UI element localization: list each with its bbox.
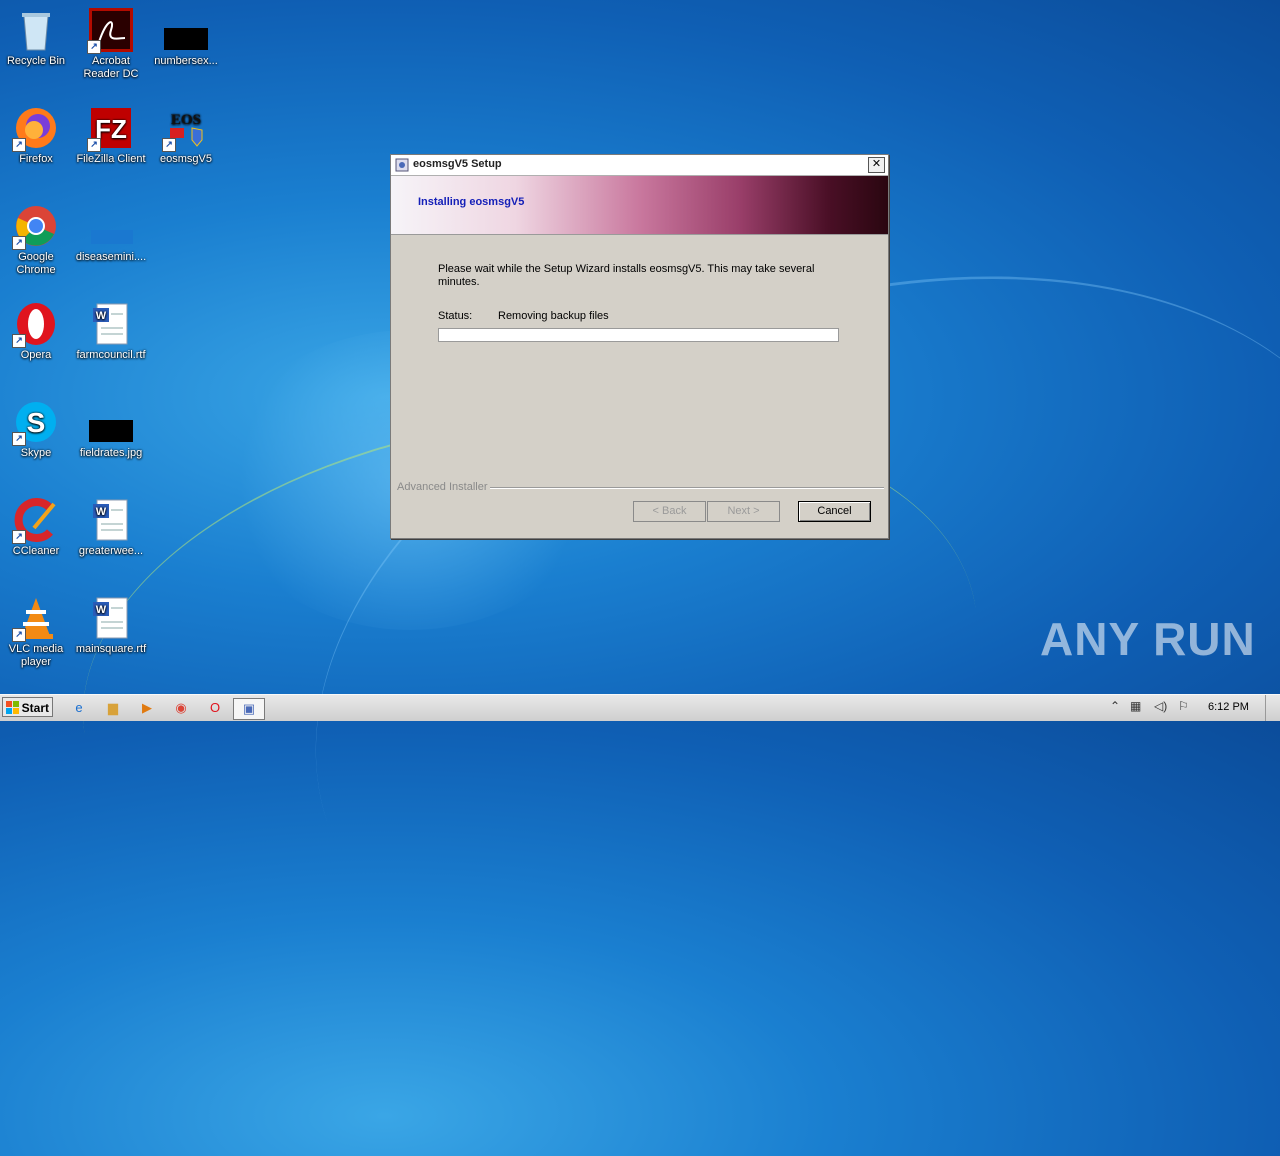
- wizard-banner: Installing eosmsgV5: [391, 176, 888, 235]
- desktop-icon-opera[interactable]: ↗ Opera: [0, 302, 72, 362]
- shortcut-arrow-icon: ↗: [162, 138, 176, 152]
- chrome-icon: ↗: [12, 204, 58, 250]
- status-value: Removing backup files: [498, 310, 609, 322]
- vlc-icon: ↗: [12, 596, 58, 642]
- desktop-icon-firefox[interactable]: ↗ Firefox: [0, 106, 72, 166]
- desktop-icon-eosmsgv5[interactable]: EOS ↗ eosmsgV5: [150, 106, 222, 166]
- svg-text:W: W: [96, 310, 107, 322]
- filezilla-icon: FZ ↗: [87, 106, 133, 152]
- icon-label: FileZilla Client: [76, 153, 146, 165]
- skype-icon: S ↗: [12, 400, 58, 446]
- footer-divider: [490, 487, 884, 489]
- installer-icon: [395, 158, 409, 172]
- icon-label: numbersex...: [154, 55, 218, 67]
- icon-label: Skype: [20, 447, 52, 459]
- action-center-flag-icon[interactable]: ⚐: [1178, 699, 1189, 713]
- cancel-button[interactable]: Cancel: [798, 501, 871, 522]
- shortcut-arrow-icon: ↗: [87, 138, 101, 152]
- watermark: ANY RUN: [1040, 613, 1256, 665]
- close-button[interactable]: ✕: [868, 157, 885, 173]
- icon-label: eosmsgV5: [160, 153, 212, 165]
- desktop-icon-diseasemini[interactable]: diseasemini....: [75, 204, 147, 264]
- show-desktop-button[interactable]: [1265, 695, 1280, 721]
- desktop-icon-chrome[interactable]: ↗ Google Chrome: [0, 204, 72, 277]
- folder-icon[interactable]: ▆: [102, 698, 124, 718]
- icon-label: farmcouncil.rtf: [76, 349, 146, 361]
- media-player-icon[interactable]: ▶: [136, 698, 158, 718]
- network-icon[interactable]: ▦: [1130, 699, 1141, 713]
- icon-label: fieldrates.jpg: [79, 447, 143, 459]
- desktop-icon-numbersex[interactable]: numbersex...: [150, 8, 222, 68]
- volume-icon[interactable]: ◁): [1154, 699, 1167, 713]
- banner-title: Installing eosmsgV5: [418, 196, 525, 208]
- word-document-icon: W: [89, 498, 133, 542]
- back-button[interactable]: < Back: [633, 501, 706, 522]
- icon-label: Google Chrome: [16, 251, 56, 276]
- shortcut-arrow-icon: ↗: [12, 334, 26, 348]
- window-titlebar[interactable]: eosmsgV5 Setup ✕: [391, 155, 888, 176]
- file-icon: [164, 8, 210, 52]
- icon-label: greaterwee...: [78, 545, 144, 557]
- word-document-icon: W: [89, 302, 133, 346]
- icon-label: Opera: [20, 349, 52, 361]
- eos-icon-text: EOS: [171, 112, 201, 128]
- installer-brand: Advanced Installer: [397, 481, 488, 493]
- shortcut-arrow-icon: ↗: [12, 530, 26, 544]
- desktop-icon-filezilla[interactable]: FZ ↗ FileZilla Client: [75, 106, 147, 166]
- desktop-icon-ccleaner[interactable]: ↗ CCleaner: [0, 498, 72, 558]
- setup-wizard-window[interactable]: eosmsgV5 Setup ✕ Installing eosmsgV5 Ple…: [390, 154, 889, 539]
- desktop-icon-mainsquare[interactable]: W mainsquare.rtf: [75, 596, 147, 656]
- svg-text:W: W: [96, 604, 107, 616]
- file-icon: [89, 204, 133, 248]
- start-button[interactable]: Start: [2, 697, 53, 717]
- desktop-icon-acrobat[interactable]: ↗ Acrobat Reader DC: [75, 8, 147, 81]
- acrobat-icon: ↗: [87, 8, 133, 54]
- icon-label: mainsquare.rtf: [75, 643, 147, 655]
- start-label: Start: [21, 701, 49, 715]
- taskbar-clock[interactable]: 6:12 PM: [1208, 701, 1249, 713]
- shortcut-arrow-icon: ↗: [12, 236, 26, 250]
- internet-explorer-icon[interactable]: e: [68, 698, 90, 718]
- recycle-bin-icon: [14, 8, 58, 52]
- shortcut-arrow-icon: ↗: [12, 138, 26, 152]
- shortcut-arrow-icon: ↗: [12, 432, 26, 446]
- svg-text:W: W: [96, 506, 107, 518]
- svg-text:S: S: [27, 407, 46, 438]
- opera-taskbar-icon[interactable]: O: [204, 698, 226, 718]
- icon-label: CCleaner: [12, 545, 60, 557]
- shortcut-arrow-icon: ↗: [87, 40, 101, 54]
- taskbar: Start e ▆ ▶ ◉ O ▣ ⌃ ▦ ◁) ⚐ 6:12 PM: [0, 694, 1280, 721]
- desktop-icon-farmcouncil[interactable]: W farmcouncil.rtf: [75, 302, 147, 362]
- firefox-icon: ↗: [12, 106, 58, 152]
- description-text: Please wait while the Setup Wizard insta…: [438, 263, 815, 288]
- icon-label: Recycle Bin: [6, 55, 66, 67]
- shortcut-arrow-icon: ↗: [12, 628, 26, 642]
- icon-label: diseasemini....: [75, 251, 147, 263]
- system-tray: ⌃ ▦ ◁) ⚐: [1104, 695, 1280, 721]
- eosmsg-installer-icon: EOS ↗: [162, 106, 208, 152]
- icon-label: Firefox: [19, 153, 53, 165]
- opera-icon: ↗: [12, 302, 58, 348]
- desktop-icon-vlc[interactable]: ↗ VLC media player: [0, 596, 72, 669]
- status-label: Status:: [438, 310, 473, 322]
- desktop-icon-greaterwee[interactable]: W greaterwee...: [75, 498, 147, 558]
- desktop-icon-fieldrates[interactable]: fieldrates.jpg: [75, 400, 147, 460]
- word-document-icon: W: [89, 596, 133, 640]
- desktop-icon-recycle-bin[interactable]: Recycle Bin: [0, 8, 72, 68]
- window-title: eosmsgV5 Setup: [413, 158, 502, 170]
- show-hidden-icons-icon[interactable]: ⌃: [1110, 699, 1120, 713]
- chrome-taskbar-icon[interactable]: ◉: [170, 698, 192, 718]
- image-file-icon: [89, 400, 133, 444]
- icon-label: VLC media player: [8, 643, 64, 668]
- desktop-icon-skype[interactable]: S ↗ Skype: [0, 400, 72, 460]
- progress-bar: [438, 328, 839, 342]
- ccleaner-icon: ↗: [12, 498, 58, 544]
- next-button[interactable]: Next >: [707, 501, 780, 522]
- installer-taskbar-icon[interactable]: ▣: [233, 698, 265, 720]
- icon-label: Acrobat Reader DC: [83, 55, 139, 80]
- windows-logo-icon: [6, 701, 19, 714]
